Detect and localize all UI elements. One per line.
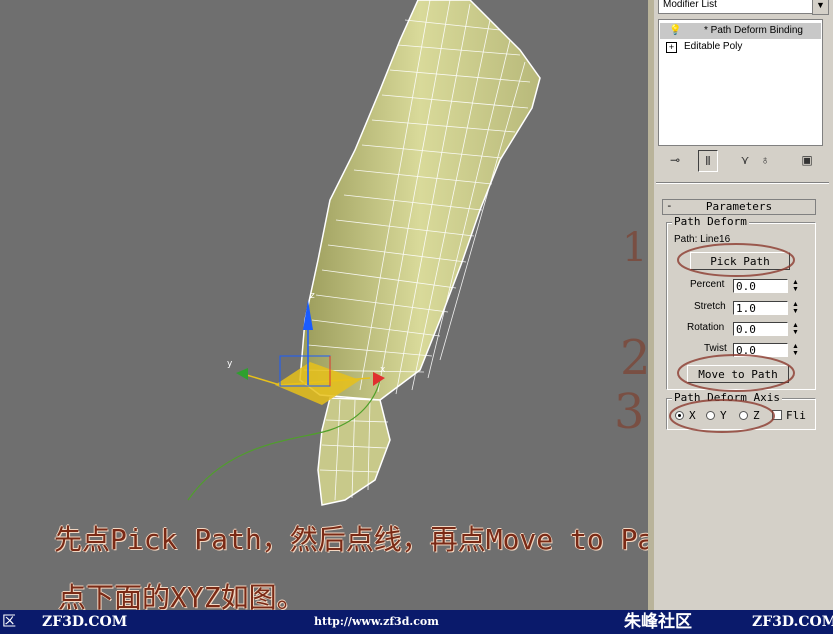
annotation-number-1: 1	[622, 225, 648, 271]
stack-item-label: * Path Deform Binding	[704, 25, 803, 36]
stack-item-editable-poly[interactable]: + Editable Poly	[660, 39, 821, 55]
perspective-viewport[interactable]: y x z 先点Pick Path，然后点线，再点Move to Path， 点…	[0, 0, 648, 610]
brand-text: 朱峰社区	[624, 612, 692, 632]
show-end-result-icon[interactable]: Ⅱ	[698, 150, 718, 172]
expand-plus-icon[interactable]: +	[666, 42, 677, 53]
site-url-text: http://www.zf3d.com	[314, 615, 439, 628]
bar-left-fragment: 区	[2, 614, 16, 630]
panel-divider	[656, 182, 829, 184]
site-right-text: ZF3D.COM	[752, 614, 833, 630]
collapse-minus-icon[interactable]: -	[666, 199, 673, 213]
modifier-list-dropdown[interactable]: Modifier List	[658, 0, 816, 14]
parameters-rollout-header[interactable]: Parameters	[662, 199, 816, 215]
site-left-text: ZF3D.COM	[42, 614, 128, 630]
x-axis-label: x	[380, 365, 386, 375]
watermark-bar: 区 ZF3D.COM http://www.zf3d.com 朱峰社区 ZF3D…	[0, 610, 833, 634]
lightbulb-icon[interactable]: 💡	[669, 23, 681, 39]
annotation-circles	[669, 243, 795, 433]
annotation-number-3: 3	[614, 384, 645, 440]
make-unique-icon[interactable]: ⋎	[736, 150, 754, 170]
instruction-caption-line1: 先点Pick Path，然后点线，再点Move to Path，	[54, 523, 648, 556]
configure-sets-icon[interactable]: ▣	[798, 150, 816, 170]
annotation-number-2: 2	[620, 330, 651, 386]
stack-toolbar: ⊸ Ⅱ ⋎ ♁ ▣	[658, 150, 828, 172]
deformed-mesh[interactable]	[299, 0, 541, 506]
pin-stack-icon[interactable]: ⊸	[666, 150, 684, 170]
chevron-down-icon[interactable]: ▼	[812, 0, 829, 15]
stack-item-path-deform-binding[interactable]: 💡 * Path Deform Binding	[660, 23, 821, 39]
stack-item-label: Editable Poly	[684, 41, 743, 52]
y-axis-label: y	[227, 359, 233, 369]
modify-command-panel: Modifier List ▼ 💡 * Path Deform Binding …	[654, 0, 833, 610]
z-axis-label: z	[310, 291, 315, 301]
modifier-stack[interactable]: 💡 * Path Deform Binding + Editable Poly	[658, 19, 823, 146]
remove-modifier-icon[interactable]: ♁	[756, 150, 774, 170]
path-deform-group-label: Path Deform	[672, 215, 749, 228]
instruction-caption-line2: 点下面的XYZ如图。	[58, 581, 305, 610]
